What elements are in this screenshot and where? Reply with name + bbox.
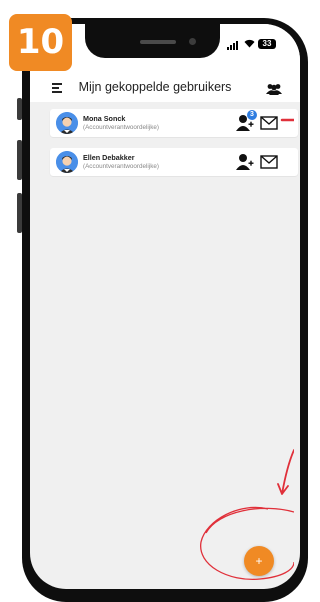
- linked-users-list: Mona Sonck (Accountverantwoordelijke) 3: [50, 109, 298, 187]
- add-button[interactable]: +: [244, 546, 274, 576]
- mail-icon[interactable]: [260, 155, 278, 169]
- user-name: Ellen Debakker: [83, 153, 135, 162]
- battery-icon: 33: [258, 39, 276, 49]
- front-camera: [189, 38, 196, 45]
- group-icon[interactable]: [266, 82, 282, 95]
- menu-icon[interactable]: [52, 83, 62, 93]
- notification-badge: 3: [247, 110, 257, 120]
- user-card[interactable]: Mona Sonck (Accountverantwoordelijke) 3: [50, 109, 298, 137]
- add-person-icon[interactable]: [236, 153, 254, 170]
- step-number-badge: 10: [9, 14, 72, 71]
- signal-icon: [227, 41, 238, 50]
- app-screen: 4 33 Mijn gekoppelde gebruikers: [30, 24, 300, 589]
- speaker-grille: [140, 40, 176, 44]
- user-name: Mona Sonck: [83, 114, 126, 123]
- notch: [85, 24, 220, 58]
- avatar: [56, 112, 78, 134]
- app-header: Mijn gekoppelde gebruikers: [30, 74, 300, 102]
- user-role: (Accountverantwoordelijke): [83, 163, 159, 170]
- mail-icon[interactable]: [260, 116, 278, 130]
- wifi-icon: [244, 39, 255, 51]
- page-title: Mijn gekoppelde gebruikers: [78, 80, 232, 94]
- user-role: (Accountverantwoordelijke): [83, 124, 159, 131]
- avatar: [56, 151, 78, 173]
- user-card[interactable]: Ellen Debakker (Accountverantwoordelijke…: [50, 148, 298, 176]
